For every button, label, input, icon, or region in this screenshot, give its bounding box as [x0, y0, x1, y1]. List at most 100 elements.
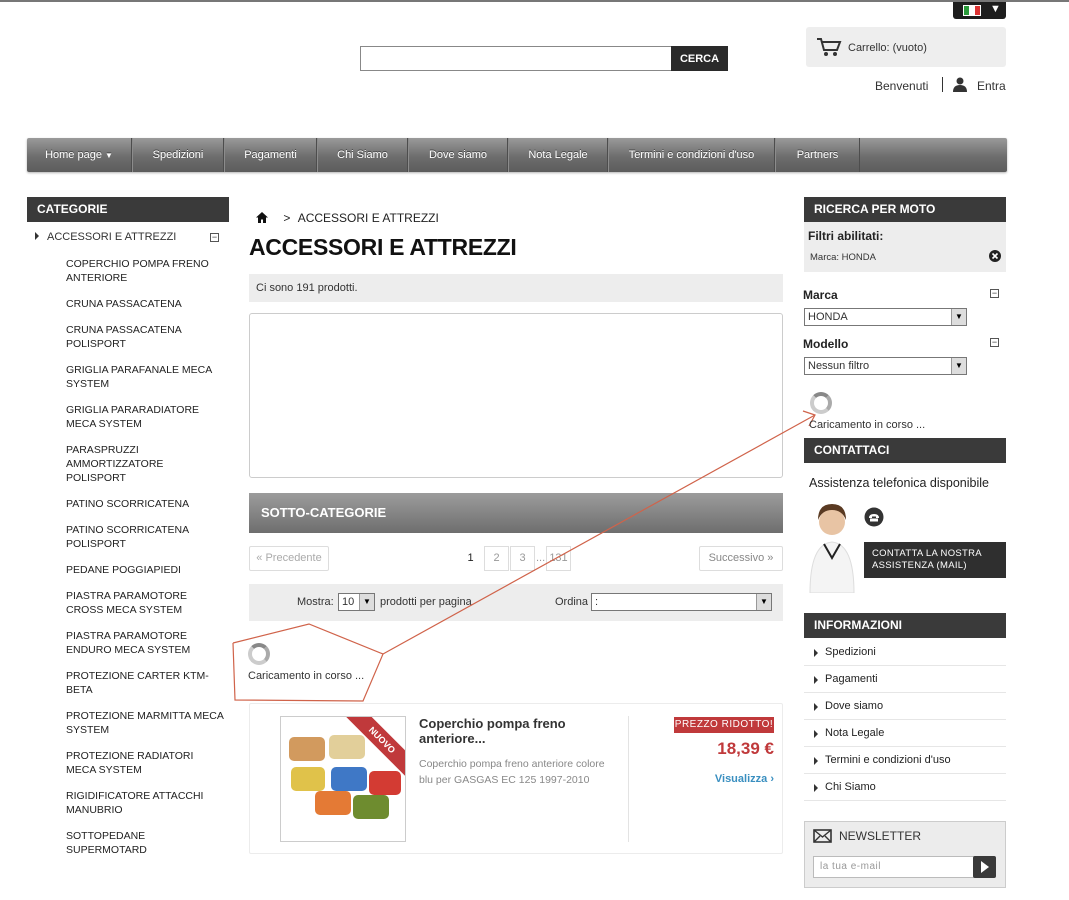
- product-price: 18,39 €: [717, 739, 774, 758]
- category-item[interactable]: RIGIDIFICATORE ATTACCHI MANUBRIO: [66, 789, 226, 817]
- product-image[interactable]: NUOVO: [280, 716, 406, 842]
- category-item[interactable]: CRUNA PASSACATENA POLISPORT: [66, 323, 226, 351]
- product-count: Ci sono 191 prodotti.: [249, 274, 783, 302]
- user-icon: [953, 77, 967, 92]
- collapse-icon[interactable]: −: [990, 338, 999, 347]
- product-card[interactable]: NUOVO Coperchio pompa freno anteriore...…: [249, 703, 783, 854]
- menu-item-home[interactable]: Home page ▼: [27, 138, 132, 172]
- product-description: Coperchio pompa freno anteriore colore b…: [419, 758, 605, 786]
- loading-text: Caricamento in corso ...: [809, 419, 926, 431]
- model-select[interactable]: Nessun filtro ▼: [804, 357, 967, 375]
- menu-item-nota-legale[interactable]: Nota Legale: [508, 138, 608, 172]
- info-link-chi-siamo[interactable]: Chi Siamo: [804, 774, 1006, 801]
- category-item[interactable]: PARASPRUZZI AMMORTIZZATORE POLISPORT: [66, 443, 226, 485]
- view-product-link[interactable]: Visualizza ›: [674, 773, 774, 785]
- cart-box[interactable]: Carrello: (vuoto): [806, 27, 1006, 67]
- moto-search-title: RICERCA PER MOTO: [804, 197, 1006, 222]
- annotation-arrow: [232, 410, 816, 702]
- category-item[interactable]: GRIGLIA PARAFANALE MECA SYSTEM: [66, 363, 226, 391]
- top-border: [0, 0, 1069, 2]
- arrow-right-icon: [35, 232, 39, 240]
- category-item[interactable]: PIASTRA PARAMOTORE ENDURO MECA SYSTEM: [66, 629, 226, 657]
- arrow-right-icon: [814, 676, 818, 684]
- search-button[interactable]: CERCA: [671, 46, 728, 71]
- category-item[interactable]: PATINO SCORRICATENA: [66, 497, 226, 511]
- caret-down-icon: ▼: [990, 3, 1001, 15]
- info-link-label: Pagamenti: [825, 673, 878, 685]
- newsletter-submit-button[interactable]: [973, 856, 996, 878]
- caret-down-icon: ▼: [951, 309, 966, 325]
- categories-block: CATEGORIE: [27, 197, 229, 222]
- caret-down-icon: ▼: [951, 358, 966, 374]
- collapse-icon[interactable]: −: [990, 289, 999, 298]
- category-item[interactable]: GRIGLIA PARARADIATORE MECA SYSTEM: [66, 403, 226, 431]
- model-label: Modello: [803, 337, 849, 351]
- brand-select[interactable]: HONDA ▼: [804, 308, 967, 326]
- page-title: ACCESSORI E ATTREZZI: [249, 234, 517, 260]
- menu-item-pagamenti[interactable]: Pagamenti: [224, 138, 317, 172]
- search-input[interactable]: [360, 46, 672, 71]
- phone-icon: [864, 507, 884, 527]
- product-name[interactable]: Coperchio pompa freno anteriore...: [419, 716, 599, 746]
- filter-value: Marca: HONDA: [810, 252, 876, 263]
- category-item[interactable]: COPERCHIO POMPA FRENO ANTERIORE: [66, 257, 226, 285]
- info-link-pagamenti[interactable]: Pagamenti: [804, 666, 1006, 693]
- category-item[interactable]: PROTEZIONE RADIATORI MECA SYSTEM: [66, 749, 226, 777]
- home-icon[interactable]: [256, 212, 268, 223]
- discount-badge: PREZZO RIDOTTO!: [674, 717, 774, 733]
- menu-item-spedizioni[interactable]: Spedizioni: [132, 138, 224, 172]
- brand-value: HONDA: [808, 311, 848, 323]
- italy-flag-icon: [963, 5, 981, 16]
- brand-label: Marca: [803, 288, 838, 302]
- category-item[interactable]: SOTTOPEDANE SUPERMOTARD: [66, 829, 226, 857]
- breadcrumb: > ACCESSORI E ATTREZZI: [256, 211, 439, 225]
- contact-title: CONTATTACI: [804, 438, 1006, 463]
- active-filters: Filtri abilitati: Marca: HONDA: [804, 222, 1006, 272]
- phone-support-text: Assistenza telefonica disponibile: [809, 476, 989, 490]
- menu-item-chi-siamo[interactable]: Chi Siamo: [317, 138, 408, 172]
- menu-item-termini[interactable]: Termini e condizioni d'uso: [608, 138, 775, 172]
- info-link-spedizioni[interactable]: Spedizioni: [804, 639, 1006, 666]
- info-link-label: Termini e condizioni d'uso: [825, 754, 951, 766]
- cart-icon: [817, 38, 842, 56]
- arrow-right-icon: [814, 784, 818, 792]
- arrow-right-icon: [814, 757, 818, 765]
- remove-filter-icon[interactable]: [989, 250, 1001, 262]
- info-link-nota-legale[interactable]: Nota Legale: [804, 720, 1006, 747]
- collapse-icon[interactable]: −: [210, 233, 219, 242]
- mail-icon: [813, 829, 832, 843]
- menu-label: Home page: [45, 149, 102, 161]
- filters-label: Filtri abilitati:: [808, 229, 884, 243]
- category-item[interactable]: PIASTRA PARAMOTORE CROSS MECA SYSTEM: [66, 589, 226, 617]
- chevron-right-icon: ›: [770, 773, 774, 785]
- login-link[interactable]: Entra: [977, 79, 1006, 93]
- category-current[interactable]: ACCESSORI E ATTREZZI −: [35, 231, 225, 243]
- breadcrumb-separator: >: [283, 211, 291, 225]
- chevron-down-icon: ▼: [105, 151, 113, 160]
- info-link-dove-siamo[interactable]: Dove siamo: [804, 693, 1006, 720]
- info-link-label: Spedizioni: [825, 646, 876, 658]
- category-item[interactable]: PROTEZIONE MARMITTA MECA SYSTEM: [66, 709, 226, 737]
- info-link-label: Nota Legale: [825, 727, 885, 739]
- newsletter-block: NEWSLETTER la tua e-mail: [804, 821, 1006, 888]
- arrow-right-icon: [814, 703, 818, 711]
- main-menu: Home page ▼ Spedizioni Pagamenti Chi Sia…: [27, 138, 1007, 172]
- newsletter-title: NEWSLETTER: [839, 829, 922, 843]
- info-link-termini[interactable]: Termini e condizioni d'uso: [804, 747, 1006, 774]
- category-item[interactable]: PATINO SCORRICATENA POLISPORT: [66, 523, 226, 551]
- newsletter-email-input[interactable]: la tua e-mail: [813, 856, 975, 878]
- divider: [628, 716, 629, 842]
- view-label: Visualizza: [714, 773, 768, 785]
- category-item[interactable]: PEDANE POGGIAPIEDI: [66, 563, 226, 577]
- divider: [942, 77, 943, 92]
- category-item[interactable]: PROTEZIONE CARTER KTM-BETA: [66, 669, 226, 697]
- contact-assistance-button[interactable]: CONTATTA LA NOSTRA ASSISTENZA (MAIL): [864, 542, 1006, 578]
- arrow-right-icon: [814, 730, 818, 738]
- category-item[interactable]: CRUNA PASSACATENA: [66, 297, 226, 311]
- category-list: COPERCHIO POMPA FRENO ANTERIORE CRUNA PA…: [66, 257, 226, 869]
- info-link-label: Dove siamo: [825, 700, 884, 712]
- language-selector[interactable]: ▼: [953, 2, 1006, 19]
- menu-item-partners[interactable]: Partners: [775, 138, 860, 172]
- menu-item-dove-siamo[interactable]: Dove siamo: [408, 138, 508, 172]
- arrow-right-icon: [814, 649, 818, 657]
